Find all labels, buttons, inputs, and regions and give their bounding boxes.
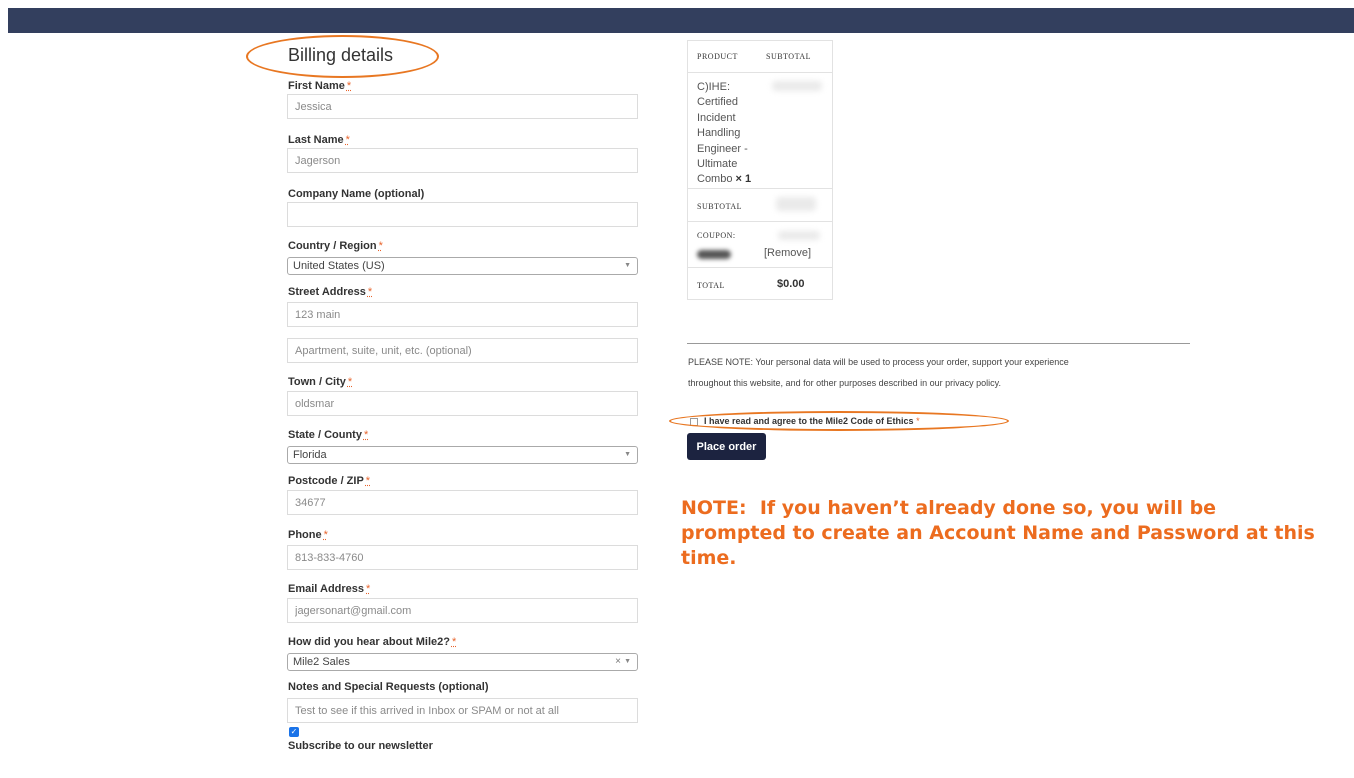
state-county-select[interactable]: Florida ▼ bbox=[287, 446, 638, 464]
product-quantity: × 1 bbox=[735, 173, 752, 186]
first-name-input[interactable] bbox=[287, 94, 638, 119]
top-navigation-bar bbox=[8, 8, 1354, 33]
coupon-row-label: COUPON: bbox=[697, 231, 736, 240]
apartment-input[interactable] bbox=[287, 338, 638, 363]
referral-source-value: Mile2 Sales bbox=[293, 656, 350, 668]
redacted-price bbox=[772, 81, 822, 91]
section-divider bbox=[687, 343, 1190, 344]
phone-input[interactable] bbox=[287, 545, 638, 570]
total-value: $0.00 bbox=[777, 278, 805, 290]
newsletter-label: Subscribe to our newsletter bbox=[288, 740, 433, 752]
redacted-subtotal bbox=[776, 197, 816, 211]
terms-label[interactable]: I have read and agree to the Mile2 Code … bbox=[704, 416, 920, 426]
referral-source-select[interactable]: Mile2 Sales × ▼ bbox=[287, 653, 638, 671]
company-name-label: Company Name (optional) bbox=[288, 188, 425, 200]
total-row-label: TOTAL bbox=[697, 281, 725, 290]
last-name-input[interactable] bbox=[287, 148, 638, 173]
terms-checkbox[interactable] bbox=[690, 418, 698, 426]
phone-label: Phone * bbox=[288, 529, 328, 541]
chevron-down-icon: ▼ bbox=[624, 451, 631, 458]
country-region-label: Country / Region * bbox=[288, 240, 383, 252]
place-order-button[interactable]: Place order bbox=[687, 433, 766, 460]
product-name: C)IHE: Certified Incident Handling Engin… bbox=[697, 81, 752, 186]
state-county-value: Florida bbox=[293, 449, 327, 461]
notes-label: Notes and Special Requests (optional) bbox=[288, 681, 489, 693]
newsletter-checkbox[interactable]: ✓ bbox=[289, 727, 299, 737]
notes-input[interactable] bbox=[287, 698, 638, 723]
street-address-label: Street Address * bbox=[288, 286, 373, 298]
country-region-select[interactable]: United States (US) ▼ bbox=[287, 257, 638, 275]
subtotal-row-label: SUBTOTAL bbox=[697, 202, 742, 211]
email-address-input[interactable] bbox=[287, 598, 638, 623]
postcode-label: Postcode / ZIP * bbox=[288, 475, 371, 487]
company-name-input[interactable] bbox=[287, 202, 638, 227]
subtotal-column-header: SUBTOTAL bbox=[766, 52, 811, 61]
order-summary-table: PRODUCT SUBTOTAL C)IHE: Certified Incide… bbox=[687, 40, 833, 300]
state-county-label: State / County * bbox=[288, 429, 369, 441]
product-column-header: PRODUCT bbox=[697, 52, 738, 61]
chevron-down-icon: ▼ bbox=[624, 658, 631, 665]
account-creation-note: NOTE: If you haven’t already done so, yo… bbox=[681, 497, 1315, 569]
postcode-input[interactable] bbox=[287, 490, 638, 515]
email-address-label: Email Address * bbox=[288, 583, 371, 595]
chevron-down-icon: ▼ bbox=[624, 262, 631, 269]
first-name-label: First Name * bbox=[288, 80, 352, 92]
privacy-note: PLEASE NOTE: Your personal data will be … bbox=[688, 357, 1069, 388]
clear-icon[interactable]: × bbox=[615, 656, 621, 667]
street-address-input[interactable] bbox=[287, 302, 638, 327]
billing-details-heading: Billing details bbox=[288, 45, 394, 65]
redacted-coupon-amount bbox=[778, 231, 820, 240]
last-name-label: Last Name * bbox=[288, 134, 350, 146]
country-region-value: United States (US) bbox=[293, 260, 385, 272]
town-city-input[interactable] bbox=[287, 391, 638, 416]
coupon-remove-link[interactable]: [Remove] bbox=[764, 247, 811, 259]
town-city-label: Town / City * bbox=[288, 376, 353, 388]
redacted-coupon-code bbox=[697, 250, 731, 259]
referral-source-label: How did you hear about Mile2? * bbox=[288, 636, 457, 648]
